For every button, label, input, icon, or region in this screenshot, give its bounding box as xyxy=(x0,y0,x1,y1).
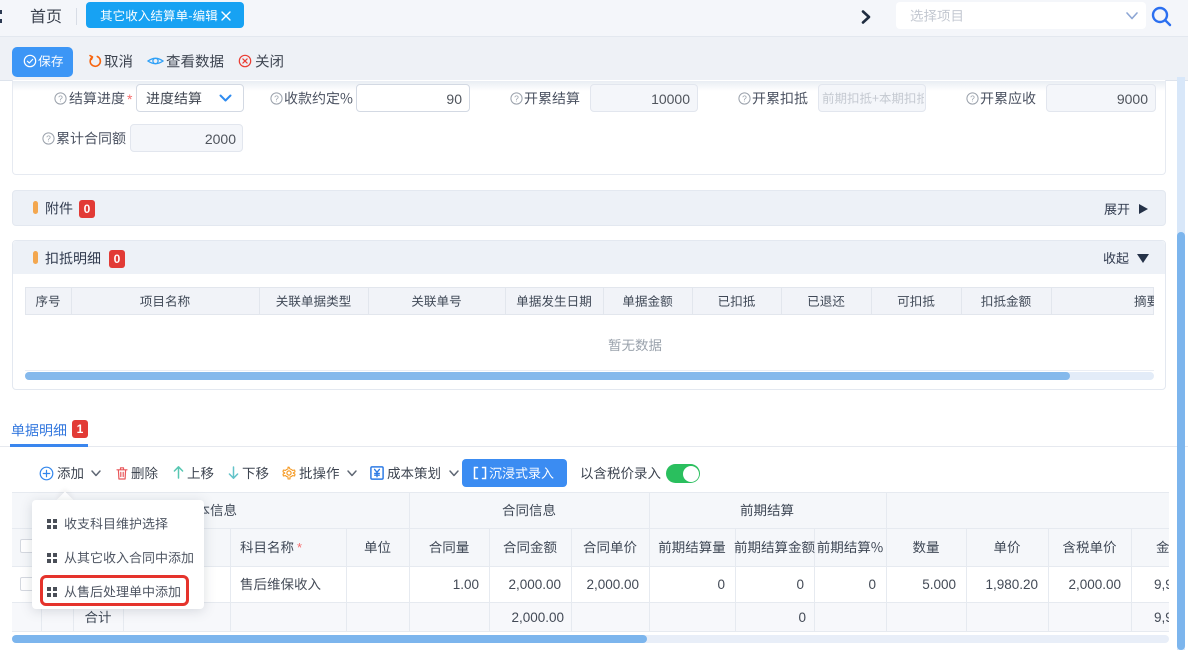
svg-text:?: ? xyxy=(742,93,747,103)
svg-text:?: ? xyxy=(46,133,51,143)
svg-text:?: ? xyxy=(58,93,63,103)
svg-text:?: ? xyxy=(514,93,519,103)
svg-text:?: ? xyxy=(274,93,279,103)
svg-text:?: ? xyxy=(970,93,975,103)
